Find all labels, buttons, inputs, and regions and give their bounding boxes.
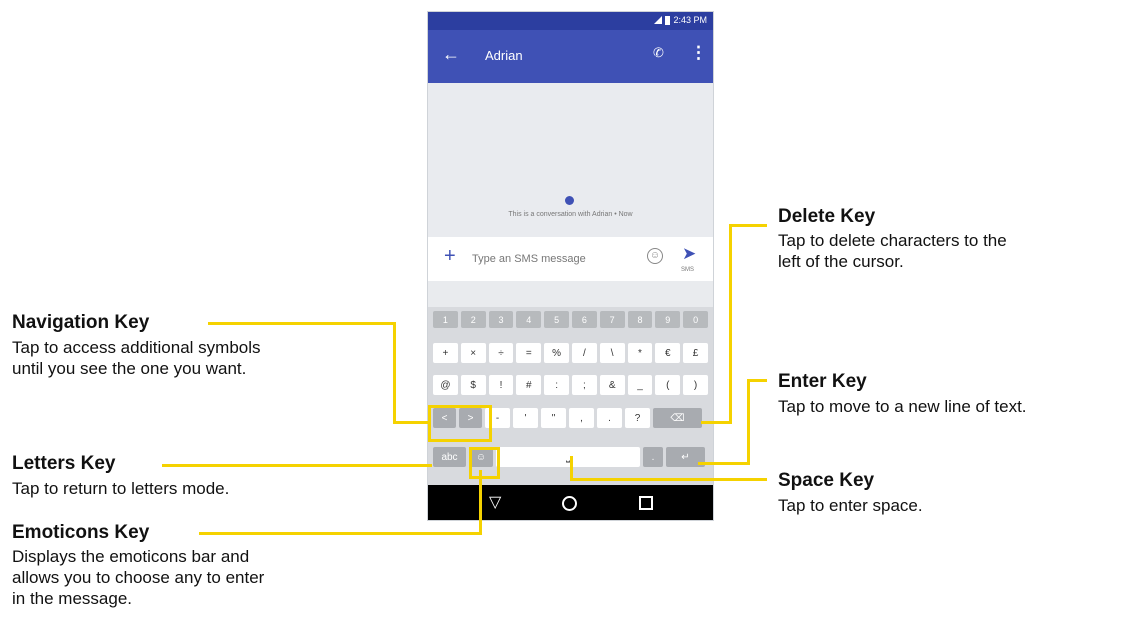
space-leader <box>570 478 767 481</box>
delete-leader <box>729 224 767 227</box>
message-input[interactable] <box>472 249 632 269</box>
delete-key-desc-2: left of the cursor. <box>778 252 904 271</box>
symbol-key[interactable]: @ <box>433 375 458 395</box>
contact-avatar <box>565 196 574 205</box>
enter-leader <box>698 462 750 465</box>
space-key-desc: Tap to enter space. <box>778 496 923 515</box>
symbol-key[interactable]: ÷ <box>488 343 514 363</box>
status-bar: 2:43 PM <box>428 12 713 30</box>
key-6[interactable]: 6 <box>571 311 597 328</box>
key-8[interactable]: 8 <box>627 311 653 328</box>
emoticons-key-desc-1: Displays the emoticons bar and <box>12 547 250 566</box>
symbol-key[interactable]: ' <box>513 408 538 428</box>
conversation-note: This is a conversation with Adrian • Now <box>508 211 633 218</box>
symbol-key[interactable]: " <box>541 408 566 428</box>
enter-icon: ↵ <box>681 451 690 463</box>
navigation-leader <box>393 322 396 424</box>
send-icon[interactable]: ➤ <box>682 245 696 262</box>
navigation-key-desc-1: Tap to access additional symbols <box>12 338 261 357</box>
period-key[interactable]: . <box>643 447 663 467</box>
back-arrow-icon[interactable]: ← <box>442 43 460 65</box>
space-key-title: Space Key <box>778 470 875 491</box>
emoticons-key-title: Emoticons Key <box>12 522 150 543</box>
symbol-key[interactable]: \ <box>599 343 625 363</box>
compose-bar: + ☺ ➤ SMS <box>428 237 713 281</box>
symbol-row-2: @ $ ! # : ; & _ ( ) <box>433 375 708 395</box>
key-2[interactable]: 2 <box>460 311 486 328</box>
app-bar: ← Adrian ✆ ⋮ <box>428 30 713 83</box>
symbol-key[interactable]: ! <box>488 375 514 395</box>
battery-icon <box>665 15 671 25</box>
enter-leader <box>747 379 750 465</box>
key-1[interactable]: 1 <box>433 311 458 328</box>
key-7[interactable]: 7 <box>599 311 625 328</box>
navigation-key-desc-2: until you see the one you want. <box>12 359 247 378</box>
recent-apps-icon[interactable] <box>639 496 653 510</box>
symbol-key[interactable]: . <box>597 408 622 428</box>
symbol-key[interactable]: £ <box>683 343 708 363</box>
symbol-key[interactable]: $ <box>460 375 486 395</box>
symbol-key[interactable]: ( <box>655 375 681 395</box>
navigation-key-title: Navigation Key <box>12 312 150 333</box>
conversation-area: This is a conversation with Adrian • Now <box>428 83 713 237</box>
symbol-key[interactable]: × <box>460 343 486 363</box>
delete-key-title: Delete Key <box>778 206 876 227</box>
symbol-key[interactable]: * <box>627 343 653 363</box>
phone-screen: 2:43 PM ← Adrian ✆ ⋮ This is a conversat… <box>428 12 713 520</box>
emoticons-leader <box>199 532 482 535</box>
emoticons-key-highlight <box>469 447 500 479</box>
symbol-key[interactable]: ) <box>683 375 708 395</box>
symbol-key[interactable]: € <box>655 343 681 363</box>
back-nav-icon[interactable]: ▽ <box>489 492 501 512</box>
emoticons-key-desc-3: in the message. <box>12 589 133 608</box>
navigation-key-highlight <box>428 405 492 442</box>
system-nav-bar: ▽ <box>428 485 713 520</box>
symbol-key[interactable]: , <box>569 408 594 428</box>
symbol-key[interactable]: % <box>544 343 569 363</box>
symbol-key[interactable]: _ <box>627 375 653 395</box>
contact-name: Adrian <box>485 48 523 63</box>
symbol-key[interactable]: ? <box>625 408 650 428</box>
signal-icon <box>654 16 663 24</box>
status-time: 2:43 PM <box>673 15 707 25</box>
delete-key[interactable]: ⌫ <box>653 408 702 428</box>
status-icons: 2:43 PM <box>654 15 707 25</box>
letters-key-desc: Tap to return to letters mode. <box>12 479 230 498</box>
enter-key-desc: Tap to move to a new line of text. <box>778 397 1027 416</box>
key-3[interactable]: 3 <box>488 311 514 328</box>
navigation-leader <box>208 322 396 325</box>
send-label: SMS <box>681 267 695 273</box>
delete-leader <box>701 421 732 424</box>
delete-key-desc-1: Tap to delete characters to the <box>778 231 1007 250</box>
symbol-key[interactable]: : <box>544 375 569 395</box>
key-0[interactable]: 0 <box>683 311 708 328</box>
letters-leader <box>162 464 432 467</box>
symbol-key[interactable]: & <box>599 375 625 395</box>
delete-icon: ⌫ <box>670 412 685 424</box>
key-4[interactable]: 4 <box>516 311 542 328</box>
number-row: 1 2 3 4 5 6 7 8 9 0 <box>433 311 708 328</box>
more-vert-icon[interactable]: ⋮ <box>690 43 707 63</box>
emoticons-key-desc-2: allows you to choose any to enter <box>12 568 265 587</box>
plus-icon[interactable]: + <box>444 246 456 266</box>
enter-leader <box>747 379 767 382</box>
symbol-row-1: + × ÷ = % / \ * € £ <box>433 343 708 363</box>
symbol-key[interactable]: + <box>433 343 458 363</box>
enter-key-title: Enter Key <box>778 371 867 392</box>
delete-leader <box>729 224 732 424</box>
key-5[interactable]: 5 <box>544 311 569 328</box>
symbol-key[interactable]: ; <box>571 375 597 395</box>
emoji-icon[interactable]: ☺ <box>647 248 663 264</box>
home-nav-icon[interactable] <box>562 496 577 511</box>
emoticons-leader <box>479 470 482 535</box>
phone-icon[interactable]: ✆ <box>653 45 664 61</box>
key-9[interactable]: 9 <box>655 311 681 328</box>
letters-key-title: Letters Key <box>12 453 116 474</box>
letters-key[interactable]: abc <box>433 447 466 467</box>
symbol-key[interactable]: = <box>516 343 542 363</box>
navigation-leader <box>393 421 431 424</box>
space-key[interactable]: ⎵ <box>496 447 640 467</box>
symbol-key[interactable]: # <box>516 375 542 395</box>
symbol-key[interactable]: / <box>571 343 597 363</box>
